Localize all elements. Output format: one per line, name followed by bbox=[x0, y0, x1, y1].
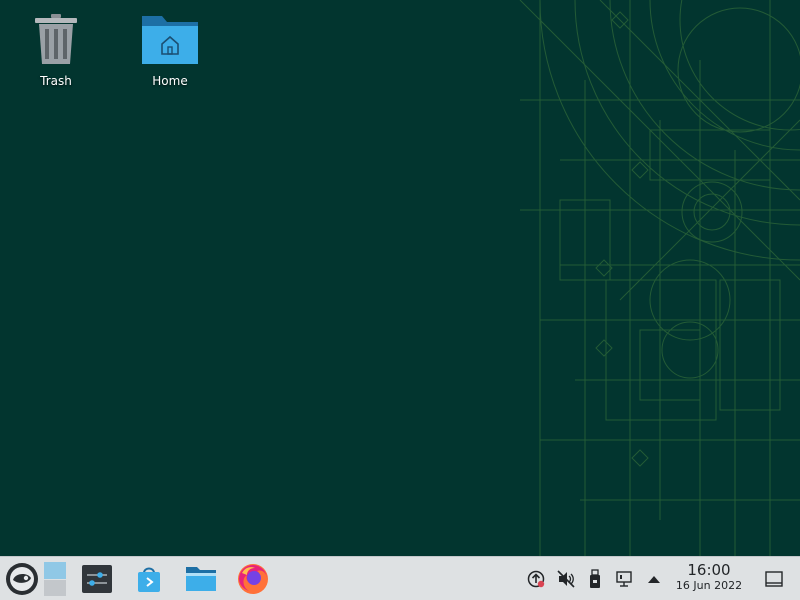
desktop[interactable]: Trash Home bbox=[0, 0, 800, 556]
tray-updates[interactable] bbox=[524, 557, 548, 600]
digital-clock[interactable]: 16:00 16 Jun 2022 bbox=[668, 561, 750, 593]
taskbar: 16:00 16 Jun 2022 bbox=[0, 556, 800, 600]
task-firefox[interactable] bbox=[235, 557, 271, 600]
desktop-icon-home[interactable]: Home bbox=[125, 12, 215, 88]
show-desktop-button[interactable] bbox=[762, 557, 786, 600]
desktop-icon-trash[interactable]: Trash bbox=[11, 12, 101, 88]
home-folder-icon bbox=[142, 16, 198, 64]
updates-icon bbox=[527, 570, 545, 587]
desktop-icon-label: Trash bbox=[40, 74, 72, 88]
pager-icon bbox=[44, 561, 66, 596]
application-launcher-button[interactable] bbox=[4, 557, 40, 600]
tray-volume[interactable] bbox=[554, 557, 578, 600]
removable-device-icon bbox=[590, 568, 600, 588]
expand-tray-arrow-icon bbox=[648, 575, 660, 583]
tray-device-notifier[interactable] bbox=[584, 557, 606, 600]
task-discover[interactable] bbox=[132, 557, 166, 600]
trash-icon bbox=[35, 14, 77, 64]
pager[interactable] bbox=[43, 557, 67, 600]
opensuse-application-launcher-icon bbox=[6, 562, 38, 595]
volume-muted-icon bbox=[557, 569, 575, 588]
tray-expand-button[interactable] bbox=[643, 557, 665, 600]
network-wired-icon bbox=[616, 570, 632, 587]
dolphin-file-manager-icon bbox=[186, 566, 216, 591]
desktop-icon-label: Home bbox=[152, 74, 188, 88]
show-desktop-icon bbox=[765, 570, 783, 587]
firefox-icon bbox=[238, 563, 268, 594]
clock-time: 16:00 bbox=[687, 561, 731, 579]
system-settings-icon bbox=[82, 564, 112, 593]
task-system-settings[interactable] bbox=[80, 557, 114, 600]
task-dolphin[interactable] bbox=[183, 557, 219, 600]
discover-software-center-icon bbox=[138, 567, 160, 592]
wallpaper-blueprint-art bbox=[519, 0, 800, 556]
clock-date: 16 Jun 2022 bbox=[675, 579, 743, 592]
tray-network[interactable] bbox=[613, 557, 637, 600]
